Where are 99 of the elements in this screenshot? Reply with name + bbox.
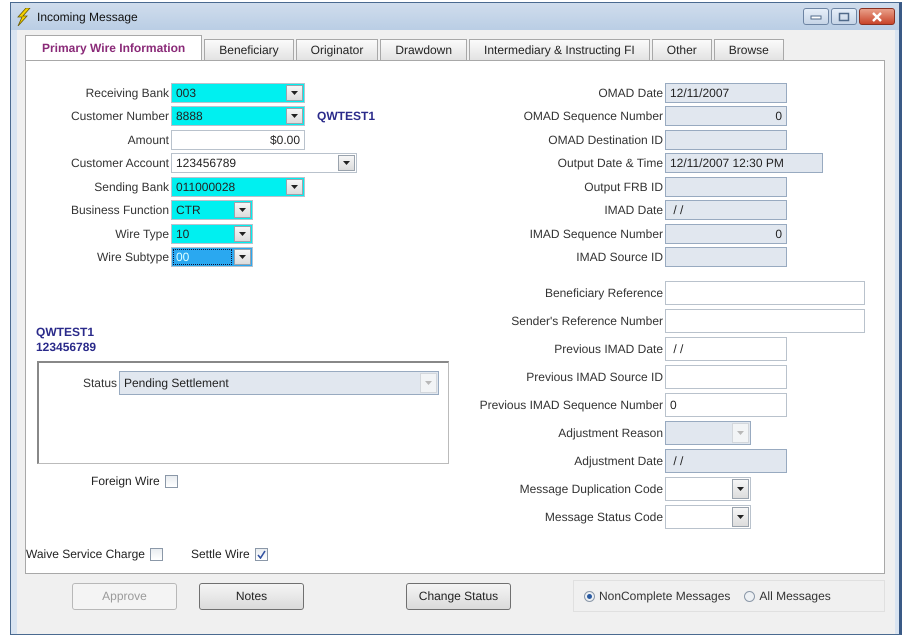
caret-icon [239, 208, 246, 212]
caret-icon [291, 114, 298, 118]
caret-icon [239, 255, 246, 260]
field-label: OMAD Sequence Number [524, 109, 664, 124]
input-field[interactable]: 0 [665, 393, 787, 417]
tab[interactable]: Drawdown [380, 39, 468, 60]
input-field[interactable] [665, 281, 865, 305]
maximize-icon [838, 12, 850, 22]
tab[interactable]: Browse [714, 39, 784, 60]
field-label: Business Function [70, 203, 170, 218]
caret-icon [737, 431, 744, 435]
dropdown[interactable]: 123456789 [171, 153, 357, 174]
window-title: Incoming Message [37, 10, 139, 24]
dropdown[interactable]: CTR [171, 200, 253, 220]
caret-icon [737, 487, 744, 491]
dropdown-button[interactable] [286, 84, 303, 101]
input-field[interactable]: / / [665, 449, 787, 473]
tab[interactable]: Other [652, 39, 712, 60]
field-label: Customer Number [70, 109, 170, 124]
checkbox[interactable] [254, 548, 268, 560]
dropdown[interactable]: Pending Settlement [119, 371, 439, 395]
field-label: Adjustment Reason [558, 426, 664, 440]
dropdown-button[interactable] [338, 155, 355, 172]
caret-icon [343, 161, 350, 166]
input-field[interactable]: / / [665, 200, 787, 220]
close-icon [871, 12, 883, 22]
radio-label: All Messages [759, 589, 831, 603]
field-label: Sending Bank [94, 180, 170, 194]
check-icon [256, 550, 266, 558]
field-label: IMAD Sequence Number [530, 226, 664, 241]
field-label: Output FRB ID [584, 180, 664, 194]
input-field[interactable] [665, 176, 787, 197]
field-label: Previous IMAD Date [554, 342, 664, 356]
tab[interactable]: Primary Wire Information [25, 35, 202, 60]
checkbox-label: Foreign Wire [91, 474, 160, 488]
checkbox[interactable] [150, 548, 163, 560]
radio-button[interactable] [744, 590, 756, 602]
field-label: Receiving Bank [86, 86, 170, 100]
checkbox-label: Settle Wire [190, 547, 250, 561]
minimize-icon [810, 14, 822, 20]
button[interactable]: Notes [199, 582, 304, 610]
dropdown-button[interactable] [732, 479, 749, 499]
dropdown-button[interactable] [286, 108, 303, 124]
input-field[interactable]: $0.00 [171, 130, 305, 150]
tab[interactable]: Beneficiary [204, 39, 294, 60]
field-label: Adjustment Date [574, 454, 664, 468]
field-label: IMAD Source ID [576, 250, 664, 264]
input-field[interactable]: 12/11/2007 12:30 PM [665, 153, 823, 174]
caret-icon [239, 232, 246, 236]
field-label: Wire Subtype [96, 250, 170, 264]
field-label: Customer Account [70, 156, 170, 170]
field-label: Amount [128, 132, 170, 147]
checkbox-label: Waive Service Charge [26, 547, 145, 561]
dropdown[interactable]: 10 [171, 224, 253, 244]
customer-info: 123456789 [36, 340, 98, 355]
caret-icon [291, 90, 298, 95]
field-label: Message Duplication Code [520, 482, 664, 496]
lightning-icon [17, 8, 31, 26]
dropdown-button[interactable] [234, 202, 251, 218]
field-label: IMAD Date [604, 203, 664, 218]
input-field[interactable]: 0 [665, 106, 787, 126]
input-field[interactable]: 0 [665, 224, 787, 244]
dropdown-button[interactable] [234, 226, 251, 242]
close-button[interactable] [859, 8, 895, 25]
input-field[interactable] [665, 309, 865, 333]
input-field[interactable]: 12/11/2007 [665, 82, 787, 103]
tab[interactable]: Intermediary & Instructing FI [469, 39, 650, 60]
caret-icon [737, 515, 744, 519]
dropdown[interactable]: 8888 [171, 106, 305, 126]
dropdown-button[interactable] [732, 507, 749, 527]
dropdown-button[interactable] [234, 249, 251, 266]
input-field[interactable] [665, 365, 787, 389]
field-label: Previous IMAD Sequence Number [480, 398, 664, 412]
dropdown-button[interactable] [286, 178, 303, 195]
customer-name: QWTEST1 [317, 109, 376, 124]
field-label: OMAD Date [598, 86, 664, 100]
input-field[interactable] [665, 130, 787, 150]
field-label: Wire Type [115, 226, 170, 241]
field-label: OMAD Destination ID [548, 132, 664, 147]
dropdown[interactable]: 003 [171, 82, 305, 103]
minimize-button[interactable] [803, 8, 829, 25]
field-label: Beneficiary Reference [544, 286, 664, 300]
dropdown[interactable]: 011000028 [171, 176, 305, 197]
checkbox[interactable] [164, 474, 178, 488]
field-label: Previous IMAD Source ID [526, 370, 664, 384]
caret-icon [425, 381, 432, 385]
customer-info: QWTEST1 [36, 325, 96, 340]
maximize-button[interactable] [831, 8, 857, 25]
radio-label: NonComplete Messages [599, 589, 730, 603]
radio-button[interactable] [584, 590, 595, 602]
tab[interactable]: Originator [296, 39, 378, 60]
caret-icon [291, 184, 298, 189]
input-field[interactable]: / / [665, 337, 787, 361]
button[interactable]: Change Status [406, 582, 511, 610]
input-field[interactable] [665, 247, 787, 268]
field-label: Sender's Reference Number [511, 314, 664, 328]
field-label: Status [82, 376, 118, 390]
field-label: Output Date & Time [558, 156, 664, 170]
field-label: Message Status Code [544, 510, 664, 524]
